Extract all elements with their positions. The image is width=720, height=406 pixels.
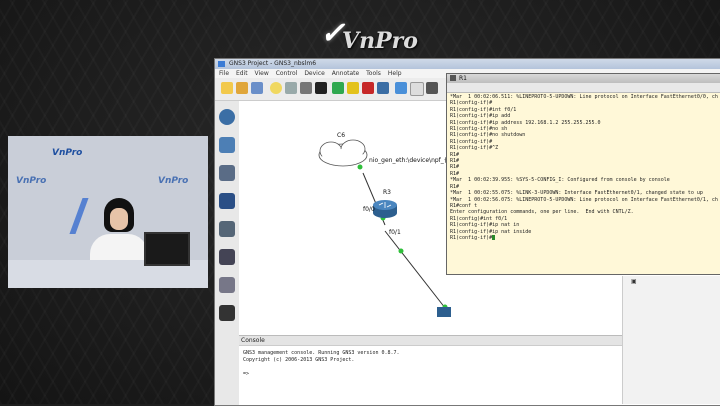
start-all-icon[interactable]: [332, 82, 344, 94]
vnpro-logo: ✓ VnPro: [320, 14, 418, 58]
menu-file[interactable]: File: [219, 70, 229, 77]
interface-label-f00: f0/0: [363, 206, 375, 213]
frame-relay-icon[interactable]: [219, 249, 235, 265]
webcam-banner-right: VnPro: [158, 176, 189, 186]
save-icon[interactable]: [251, 82, 263, 94]
virtualbox-icon[interactable]: [395, 82, 407, 94]
terminal-line: R1(config-if)#: [450, 234, 718, 241]
host-icon[interactable]: [219, 277, 235, 293]
reload-all-icon[interactable]: [377, 82, 389, 94]
terminal-output[interactable]: *Mar 1 00:02:06.511: %LINEPROTO-5-UPDOWN…: [447, 93, 720, 242]
router-icon[interactable]: [219, 109, 235, 125]
snapshot-icon[interactable]: [270, 82, 282, 94]
terminal-line: *Mar 1 00:02:56.075: %LINEPROTO-5-UPDOWN…: [450, 196, 718, 203]
menu-annotate[interactable]: Annotate: [332, 70, 359, 77]
interface-label-f01: f0/1: [389, 229, 401, 236]
device-palette: [215, 101, 240, 405]
menu-control[interactable]: Control: [276, 70, 298, 77]
atm-switch-icon[interactable]: [219, 221, 235, 237]
menu-help[interactable]: Help: [388, 70, 402, 77]
topology-summary-panel: ▣: [622, 276, 720, 404]
router-r3-label: R3: [383, 189, 391, 196]
add-note-icon[interactable]: [410, 82, 424, 96]
menu-device[interactable]: Device: [304, 70, 325, 77]
cloud-icon: [318, 139, 368, 167]
logo-text: VnPro: [342, 28, 418, 54]
menu-tools[interactable]: Tools: [366, 70, 381, 77]
terminal-title: R1: [459, 75, 467, 82]
link-status-dot: [357, 164, 363, 170]
cable-icon[interactable]: [219, 305, 235, 321]
security-device-icon[interactable]: [219, 193, 235, 209]
menu-edit[interactable]: Edit: [236, 70, 248, 77]
gns3-app-icon: [218, 61, 225, 67]
gns3-title-bar: GNS3 Project - GNS3_nbslm6: [215, 59, 720, 69]
add-link-icon[interactable]: [300, 82, 312, 94]
terminal-window-r1[interactable]: R1 *Mar 1 00:02:06.511: %LINEPROTO-5-UPD…: [446, 73, 720, 275]
suspend-all-icon[interactable]: [347, 82, 359, 94]
terminal-toolbar: [447, 83, 720, 93]
screenshot-icon[interactable]: [426, 82, 438, 94]
link-status-dot: [398, 248, 404, 254]
webcam-feed: VnPro VnPro VnPro: [8, 136, 208, 288]
terminal-icon: [450, 75, 456, 81]
terminal-title-bar: R1: [447, 74, 720, 83]
webcam-watermark: VnPro: [52, 148, 83, 158]
summary-item-icon: ▣: [631, 278, 637, 285]
router-r1-icon: [437, 307, 451, 317]
webcam-banner-left: VnPro: [16, 176, 47, 186]
end-device-icon[interactable]: [219, 165, 235, 181]
stop-all-icon[interactable]: [362, 82, 374, 94]
gns3-window-title: GNS3 Project - GNS3_nbslm6: [229, 60, 317, 67]
terminal-line: *Mar 1 00:02:55.075: %LINK-3-UPDOWN: Int…: [450, 190, 703, 197]
switch-icon[interactable]: [219, 137, 235, 153]
console-title: Console: [241, 337, 265, 344]
monitor-icon: [144, 232, 190, 266]
console-all-icon[interactable]: [315, 82, 327, 94]
new-project-icon[interactable]: [221, 82, 233, 94]
terminal-cursor: [492, 234, 496, 240]
link-r3-r1: [384, 230, 450, 314]
open-project-icon[interactable]: [236, 82, 248, 94]
show-interface-labels-icon[interactable]: [285, 82, 297, 94]
cloud-label: C6: [337, 132, 346, 139]
router-r3-icon: [373, 200, 397, 218]
menu-view[interactable]: View: [255, 70, 269, 77]
